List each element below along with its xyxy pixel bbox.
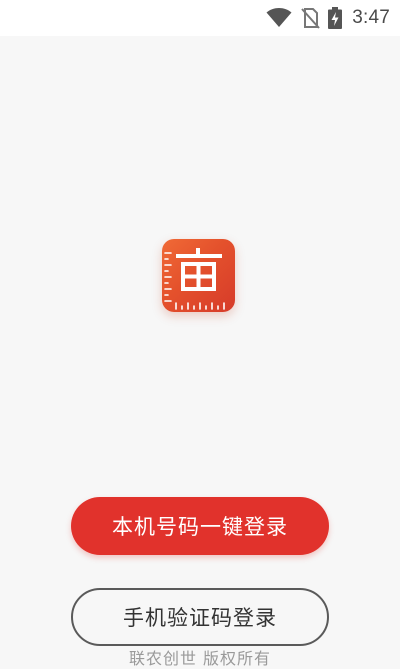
battery-charging-icon — [328, 7, 343, 29]
sms-code-login-button[interactable]: 手机验证码登录 — [71, 588, 329, 646]
app-logo-icon — [164, 248, 225, 310]
no-sim-icon — [300, 7, 320, 29]
one-click-login-label: 本机号码一键登录 — [112, 515, 288, 539]
status-bar: 3:47 — [0, 0, 400, 36]
status-time: 3:47 — [352, 7, 390, 28]
copyright-text: 联农创世 版权所有 — [128, 649, 272, 668]
status-icons: 3:47 — [266, 5, 390, 31]
app-logo — [162, 239, 235, 312]
sms-code-login-label: 手机验证码登录 — [123, 606, 277, 630]
one-click-login-button[interactable]: 本机号码一键登录 — [71, 497, 329, 555]
wifi-icon — [266, 8, 292, 28]
